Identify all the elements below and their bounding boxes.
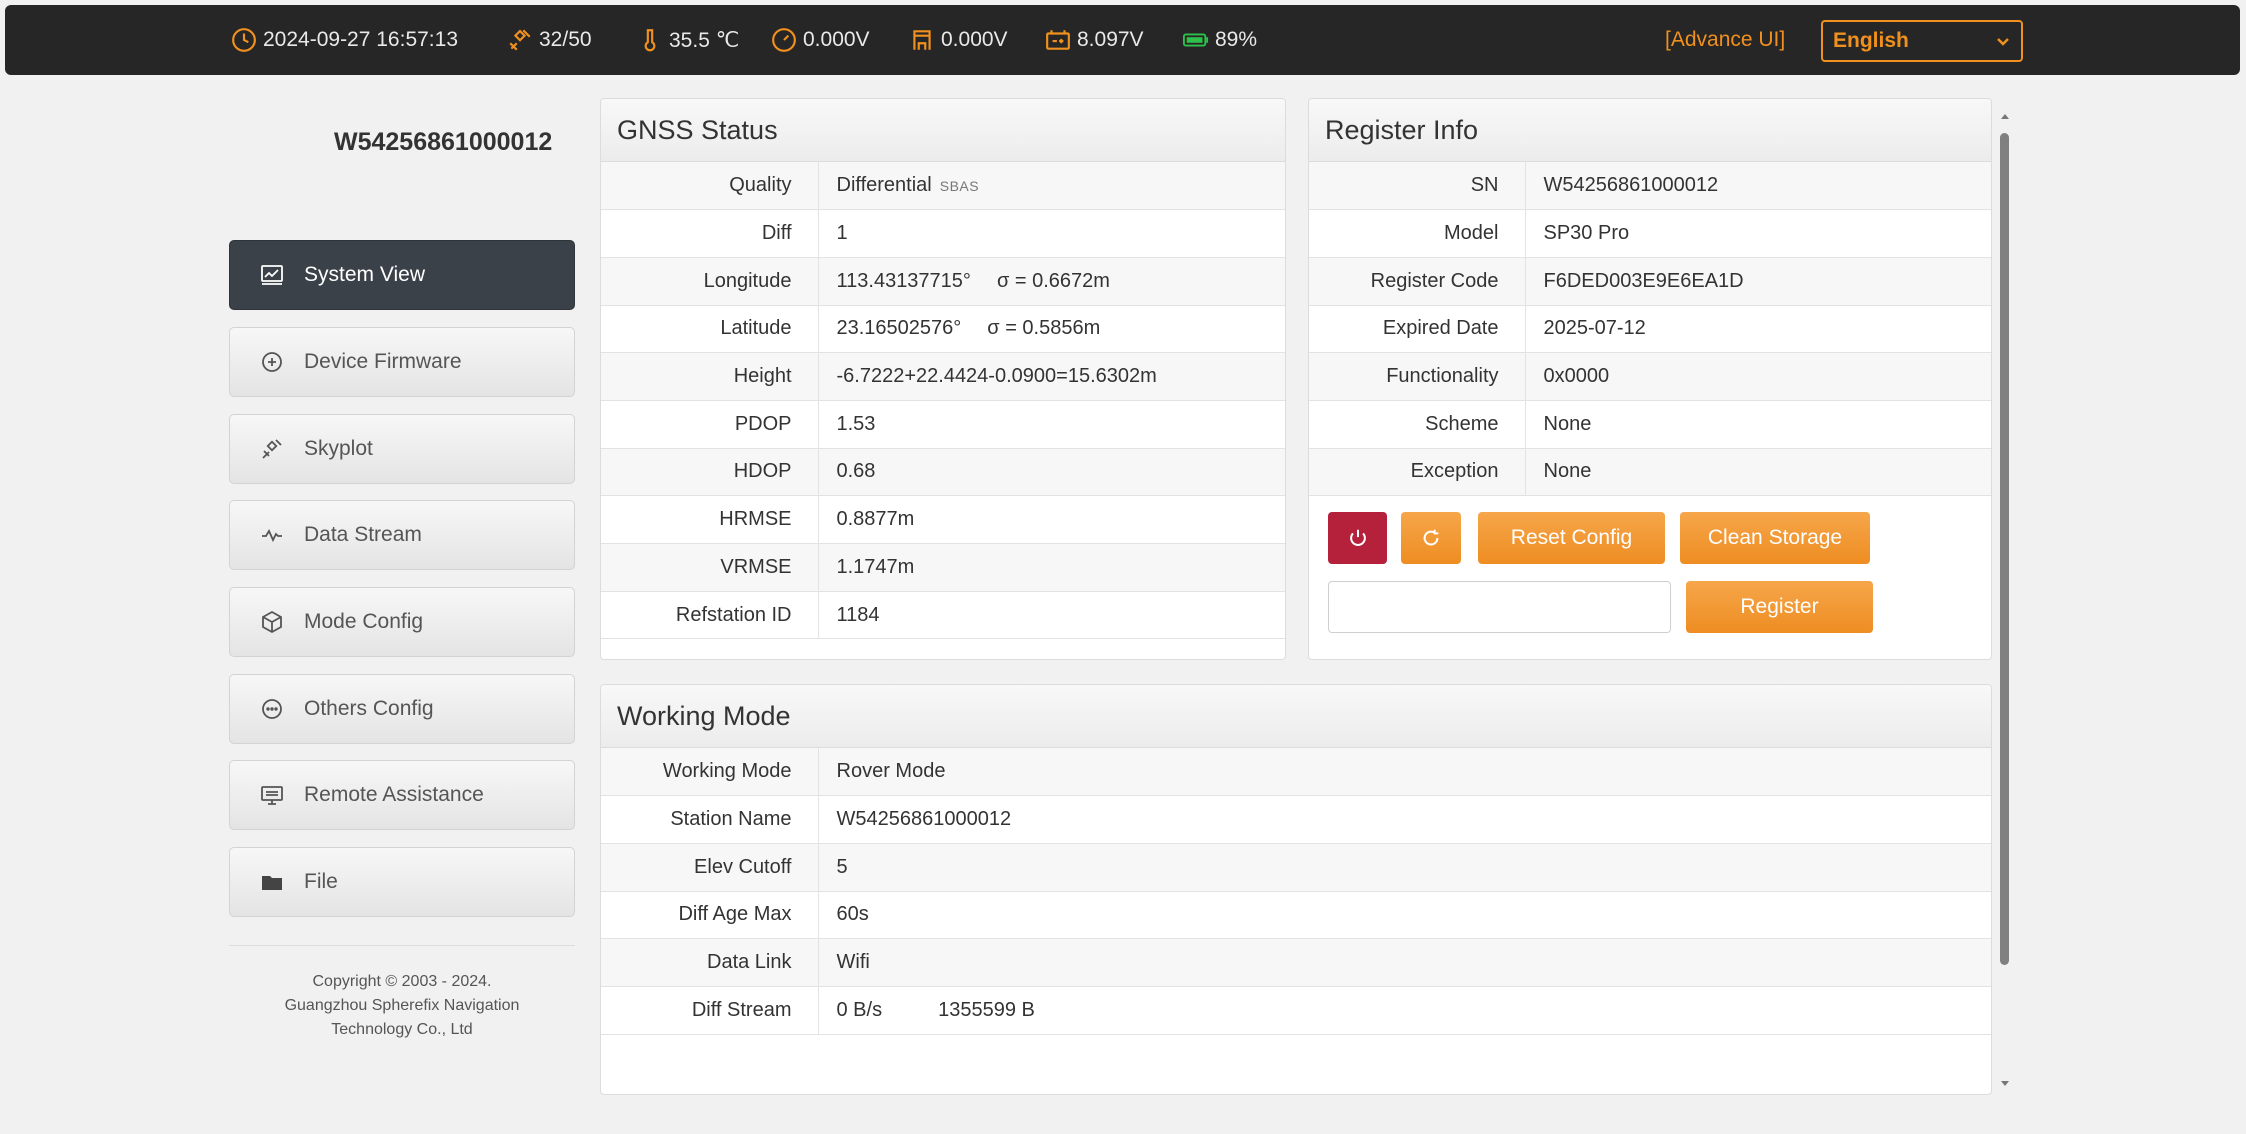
wave-icon: [262, 529, 282, 543]
device-sn-title: W54256861000012: [334, 128, 553, 156]
table-row: Model SP30 Pro: [1309, 209, 1991, 258]
working-mode-panel: Working Mode Working Mode Rover Mode Stat…: [600, 684, 1992, 1095]
nav-others-config[interactable]: Others Config: [229, 674, 575, 744]
table-row: Refstation ID 1184: [601, 591, 1285, 640]
copyright-text: Copyright © 2003 - 2024. Guangzhou Spher…: [284, 973, 520, 1038]
voltage-3-stat: 8.097V: [1045, 5, 1144, 75]
plug-icon: [913, 30, 931, 50]
table-row: Height -6.7222+22.4424-0.0900=15.6302m: [601, 352, 1285, 401]
nav-mode-config[interactable]: Mode Config: [229, 587, 575, 657]
cube-icon: [262, 610, 282, 634]
table-row: Working Mode Rover Mode: [601, 748, 1991, 797]
table-row: PDOP 1.53: [601, 400, 1285, 449]
clean-storage-button[interactable]: Clean Storage: [1680, 512, 1870, 564]
status-bar: 2024-09-27 16:57:13 32/50 35.5 ℃ 0.000V …: [5, 5, 2240, 75]
satellite-icon: [509, 29, 531, 51]
quality-source: SBAS: [939, 178, 980, 195]
scroll-up-arrow-icon[interactable]: [1998, 110, 2012, 124]
register-code-input[interactable]: [1328, 581, 1671, 633]
panel-title: Working Mode: [601, 685, 1991, 748]
table-row: HDOP 0.68: [601, 448, 1285, 497]
restart-button[interactable]: [1401, 512, 1461, 564]
table-row: Register Code F6DED003E9E6EA1D: [1309, 257, 1991, 306]
nav-data-stream[interactable]: Data Stream: [229, 500, 575, 570]
nav-system-view[interactable]: System View: [229, 240, 575, 310]
register-table: SN W54256861000012 Model SP30 Pro Register…: [1309, 162, 1991, 497]
temperature-stat: 35.5 ℃: [637, 5, 739, 75]
working-mode-table: Working Mode Rover Mode Station Name W5425…: [601, 748, 1991, 1035]
voltage-2-stat: 0.000V: [909, 5, 1008, 75]
panel-title: GNSS Status: [601, 99, 1285, 162]
table-row: VRMSE 1.1747m: [601, 543, 1285, 592]
table-row: Data Link Wifi: [601, 938, 1991, 987]
gnss-status-panel: GNSS Status Quality Differential SBAS Dif…: [600, 98, 1286, 660]
table-row: Diff Stream 0 B/s 1355599 B: [601, 986, 1991, 1035]
satellite-icon: [262, 439, 282, 459]
register-button[interactable]: Register: [1686, 581, 1873, 633]
chart-icon: [261, 265, 283, 285]
table-row: Expired Date 2025-07-12: [1309, 305, 1991, 354]
table-row: Functionality 0x0000: [1309, 352, 1991, 401]
battery-box-icon: [1046, 30, 1070, 50]
folder-icon: [262, 876, 282, 890]
reset-config-button[interactable]: Reset Config: [1478, 512, 1665, 564]
table-row: Station Name W54256861000012: [601, 795, 1991, 844]
table-row: Longitude 113.43137715° σ = 0.6672m: [601, 257, 1285, 306]
register-info-panel: Register Info SN W54256861000012 Model SP3…: [1308, 98, 1992, 660]
nav-file[interactable]: File: [229, 847, 575, 917]
nav-skyplot[interactable]: Skyplot: [229, 414, 575, 484]
nav-remote-assistance[interactable]: Remote Assistance: [229, 760, 575, 830]
thermometer-icon: [644, 29, 656, 52]
clock-icon: [232, 28, 256, 52]
table-row: Diff 1: [601, 209, 1285, 258]
datetime-stat: 2024-09-27 16:57:13: [231, 5, 458, 75]
table-row: Quality Differential SBAS: [601, 162, 1285, 211]
table-row: HRMSE 0.8877m: [601, 495, 1285, 544]
table-row: Elev Cutoff 5: [601, 843, 1991, 892]
refresh-icon: [1423, 529, 1439, 546]
more-icon: [262, 699, 282, 719]
power-button[interactable]: [1328, 512, 1387, 564]
table-row: Diff Age Max 60s: [601, 891, 1991, 940]
scroll-down-arrow-icon[interactable]: [1998, 1076, 2012, 1090]
battery-icon: [1183, 33, 1209, 47]
table-row: SN W54256861000012: [1309, 162, 1991, 211]
gnss-table: Quality Differential SBAS Diff 1 Longitud…: [601, 162, 1285, 640]
battery-stat: 89%: [1183, 5, 1257, 75]
language-select[interactable]: English: [1821, 20, 2023, 62]
chevron-down-icon: [1997, 38, 2009, 46]
panel-title: Register Info: [1309, 99, 1991, 162]
voltage-1-stat: 0.000V: [771, 5, 870, 75]
table-row: Exception None: [1309, 448, 1991, 497]
scrollbar-thumb[interactable]: [2000, 133, 2009, 965]
table-row: Scheme None: [1309, 400, 1991, 449]
nav-device-firmware[interactable]: Device Firmware: [229, 327, 575, 397]
table-row: Latitude 23.16502576° σ = 0.5856m: [601, 305, 1285, 354]
satellites-stat: 32/50: [507, 5, 592, 75]
power-icon: [1349, 529, 1366, 546]
sidebar-divider: [229, 945, 575, 946]
advance-ui-link[interactable]: [Advance UI]: [1665, 5, 1785, 75]
gauge-icon: [772, 28, 796, 52]
monitor-icon: [261, 786, 283, 805]
firmware-icon: [262, 352, 282, 372]
